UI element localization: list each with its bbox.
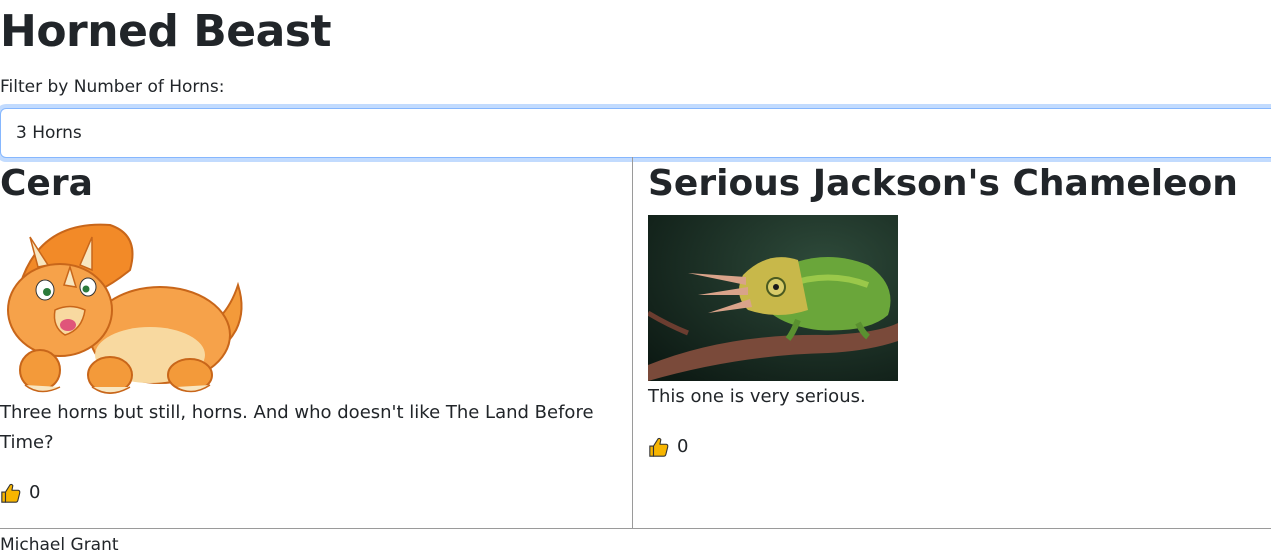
filter-selected-value: 3 Horns [16,123,82,143]
beast-image[interactable] [648,215,898,381]
filter-label: Filter by Number of Horns: [0,77,225,97]
footer-divider [0,528,1271,529]
horns-filter-select[interactable]: 3 Horns [0,108,1271,158]
beast-description: This one is very serious. [648,386,866,407]
beast-description: Three horns but still, horns. And who do… [0,402,594,453]
column-divider [632,157,633,528]
beast-card: Serious Jackson's Chameleon This one is … [648,160,1271,457]
vote-button[interactable]: 0 [648,436,688,458]
beast-title: Serious Jackson's Chameleon [648,163,1238,204]
page-title: Horned Beast [0,6,332,57]
beast-card: Cera Three horns but still, horns. And w… [0,160,630,503]
vote-count: 0 [29,482,41,503]
beast-title: Cera [0,163,93,204]
thumbs-up-icon [649,437,669,457]
beast-image[interactable] [0,215,250,397]
thumbs-up-icon [1,483,21,503]
vote-button[interactable]: 0 [0,482,40,504]
vote-count: 0 [677,436,689,457]
footer-author: Michael Grant [0,535,119,555]
